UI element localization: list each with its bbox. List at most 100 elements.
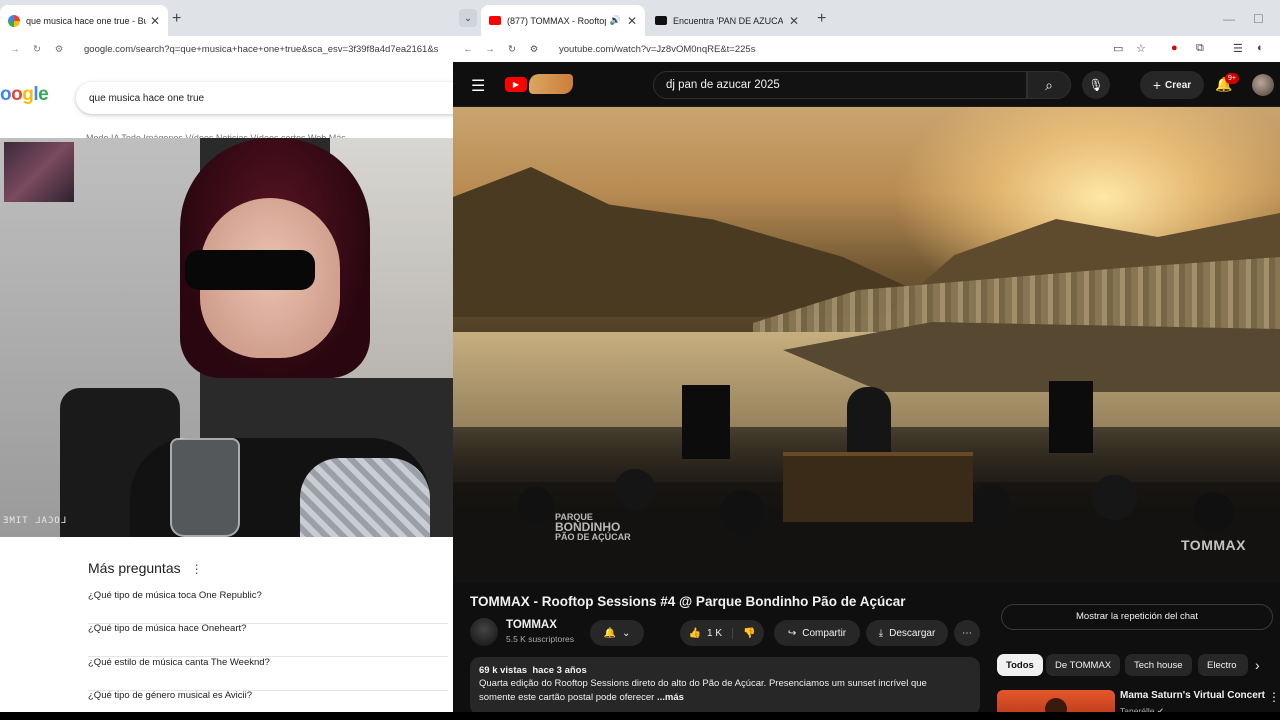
left-browser-window: que musica hace one true - Bu ✕ + → ↻ ⚙ … (0, 0, 453, 720)
tiktok-icon (655, 16, 667, 25)
youtube-search-input[interactable]: dj pan de azucar 2025 (653, 71, 1027, 99)
chip-from-channel[interactable]: De TOMMAX (1046, 654, 1121, 676)
forward-icon[interactable]: → (8, 44, 22, 55)
chevron-right-icon[interactable]: › (1255, 657, 1260, 673)
recommendation-title[interactable]: Mama Saturn's Virtual Concert (1120, 690, 1265, 701)
bottom-edge (0, 712, 1280, 720)
right-browser-window: ⌄ (877) TOMMAX - Rooftop S 🔊 ✕ Encuentra… (453, 0, 1280, 720)
description-more-link[interactable]: ...más (657, 692, 684, 703)
share-button[interactable]: ↪ Compartir (774, 620, 860, 646)
chip-electro[interactable]: Electro (1198, 654, 1248, 676)
google-search-input[interactable]: que musica hace one true (76, 82, 453, 114)
new-tab-icon[interactable]: + (817, 10, 826, 28)
reload-icon[interactable]: ↻ (505, 44, 519, 55)
reading-list-icon[interactable]: ☰ (1233, 42, 1243, 55)
site-info-icon[interactable]: ⚙ (527, 44, 541, 55)
bell-icon: 🔔 (603, 627, 617, 639)
subscription-bell-button[interactable]: 🔔 ⌄ (590, 620, 644, 646)
google-favicon-icon (8, 14, 20, 27)
tommax-watermark: TOMMAX (1181, 537, 1246, 553)
channel-avatar[interactable] (470, 618, 498, 646)
video-speaker-left (682, 385, 730, 459)
youtube-logo-icon[interactable]: ▶ (505, 77, 527, 92)
webcam-overlay: LOCAL TIME (0, 138, 453, 537)
show-chat-replay-button[interactable]: Mostrar la repetición del chat (1001, 604, 1273, 630)
like-count: 1 K (706, 627, 722, 639)
watermark-big: BONDINHO (555, 520, 621, 534)
video-description[interactable]: 69 k vistas hace 3 años Quarta edição do… (470, 657, 980, 715)
forward-icon[interactable]: → (483, 44, 497, 55)
paa-question[interactable]: ¿Qué estilo de música canta The Weeknd? (88, 657, 448, 691)
channel-name[interactable]: TOMMAX (506, 619, 557, 631)
channel-subscribers: 5.5 K suscriptores (506, 634, 575, 644)
tab-tiktok[interactable]: Encuentra 'PAN DE AZUCAR DJ ✕ (647, 5, 807, 36)
cast-icon[interactable]: ▭ (1113, 42, 1123, 55)
description-line-2: somente este cartão postal pode oferecer (479, 692, 655, 703)
tab-youtube-title: (877) TOMMAX - Rooftop S (507, 15, 606, 26)
share-icon: ↪ (787, 627, 797, 639)
maximize-icon[interactable]: ☐ (1253, 12, 1264, 26)
left-address-bar[interactable]: google.com/search?q=que+musica+hace+one+… (84, 44, 438, 55)
menu-icon[interactable]: ☰ (471, 76, 485, 96)
google-logo[interactable]: oogle (0, 84, 49, 106)
google-search-text: que musica hace one true (89, 92, 205, 104)
dislike-button[interactable]: 👎 (733, 628, 755, 639)
like-button[interactable]: 👍 1 K (689, 627, 733, 639)
chip-tech-house[interactable]: Tech house (1125, 654, 1192, 676)
left-tab-google[interactable]: que musica hace one true - Bu ✕ (0, 5, 168, 36)
close-tab-icon[interactable]: ✕ (150, 14, 160, 28)
webcam-sunglasses (185, 250, 315, 290)
right-toolbar: ← → ↻ ⚙ youtube.com/watch?v=Jz8vOM0nqRE&… (453, 36, 1280, 62)
minimize-icon[interactable]: — (1223, 12, 1235, 26)
account-avatar[interactable] (1252, 74, 1274, 96)
webcam-person-sleeve (300, 458, 430, 537)
description-text: Quarta edição do Rooftop Sessions direto… (479, 677, 971, 705)
right-address-bar[interactable]: youtube.com/watch?v=Jz8vOM0nqRE&t=225s (559, 44, 755, 55)
search-icon[interactable]: ⌕ (1027, 71, 1071, 99)
left-tab-title: que musica hace one true - Bu (26, 15, 146, 26)
back-icon[interactable]: ← (461, 44, 475, 55)
download-icon: ⤓ (878, 627, 884, 639)
thumbs-down-icon: 👎 (743, 627, 756, 639)
profile-icon[interactable]: ◐ (1257, 42, 1264, 54)
reload-icon[interactable]: ↻ (30, 44, 44, 55)
webcam-poster (4, 142, 74, 202)
tab-youtube[interactable]: (877) TOMMAX - Rooftop S 🔊 ✕ (481, 5, 645, 36)
download-button[interactable]: ⤓ Descargar (866, 620, 948, 646)
close-tab-icon[interactable]: ✕ (627, 14, 637, 28)
chip-all[interactable]: Todos (997, 654, 1043, 676)
share-label: Compartir (802, 627, 847, 639)
audio-playing-icon[interactable]: 🔊 (610, 15, 621, 26)
download-label: Descargar (889, 627, 936, 639)
like-dislike-group: 👍 1 K 👎 (680, 620, 764, 646)
paa-question[interactable]: ¿Qué tipo de música toca One Republic? (88, 590, 448, 624)
webcam-glass-jar (170, 438, 240, 537)
tab-tiktok-title: Encuentra 'PAN DE AZUCAR DJ (673, 15, 783, 26)
youtube-doodle[interactable] (529, 74, 573, 94)
more-options-icon[interactable]: ⋮ (191, 562, 203, 576)
video-dj (847, 387, 891, 457)
paa-question[interactable]: ¿Qué tipo de música hace Oneheart? (88, 623, 448, 657)
description-meta: 69 k vistas hace 3 años (479, 665, 971, 676)
recommendation-more-icon[interactable]: ⋮ (1268, 690, 1280, 704)
extensions-icon[interactable]: ⧉ (1196, 42, 1204, 55)
opera-icon[interactable]: ● (1171, 42, 1178, 54)
chevron-down-icon: ⌄ (622, 627, 631, 639)
plus-icon: + (1152, 77, 1162, 93)
tab-search-icon[interactable]: ⌄ (459, 9, 477, 27)
create-label: Crear (1165, 79, 1192, 91)
view-count: 69 k vistas (479, 665, 528, 676)
bookmark-star-icon[interactable]: ☆ (1136, 42, 1146, 55)
more-actions-icon[interactable]: ⋯ (954, 620, 980, 646)
microphone-icon[interactable]: 🎙 (1082, 71, 1110, 99)
youtube-search-text: dj pan de azucar 2025 (666, 79, 780, 91)
video-player[interactable]: PARQUE BONDINHO PÃO DE AÇÚCAR TOMMAX (453, 107, 1280, 583)
video-title: TOMMAX - Rooftop Sessions #4 @ Parque Bo… (470, 594, 906, 609)
new-tab-icon[interactable]: + (172, 10, 181, 28)
paa-title-text: Más preguntas (88, 560, 181, 576)
create-button[interactable]: + Crear (1140, 71, 1204, 99)
site-info-icon[interactable]: ⚙ (52, 44, 66, 55)
notification-badge: 9+ (1225, 73, 1239, 84)
close-tab-icon[interactable]: ✕ (789, 14, 799, 28)
watermark-sub: PÃO DE AÇÚCAR (555, 532, 631, 542)
